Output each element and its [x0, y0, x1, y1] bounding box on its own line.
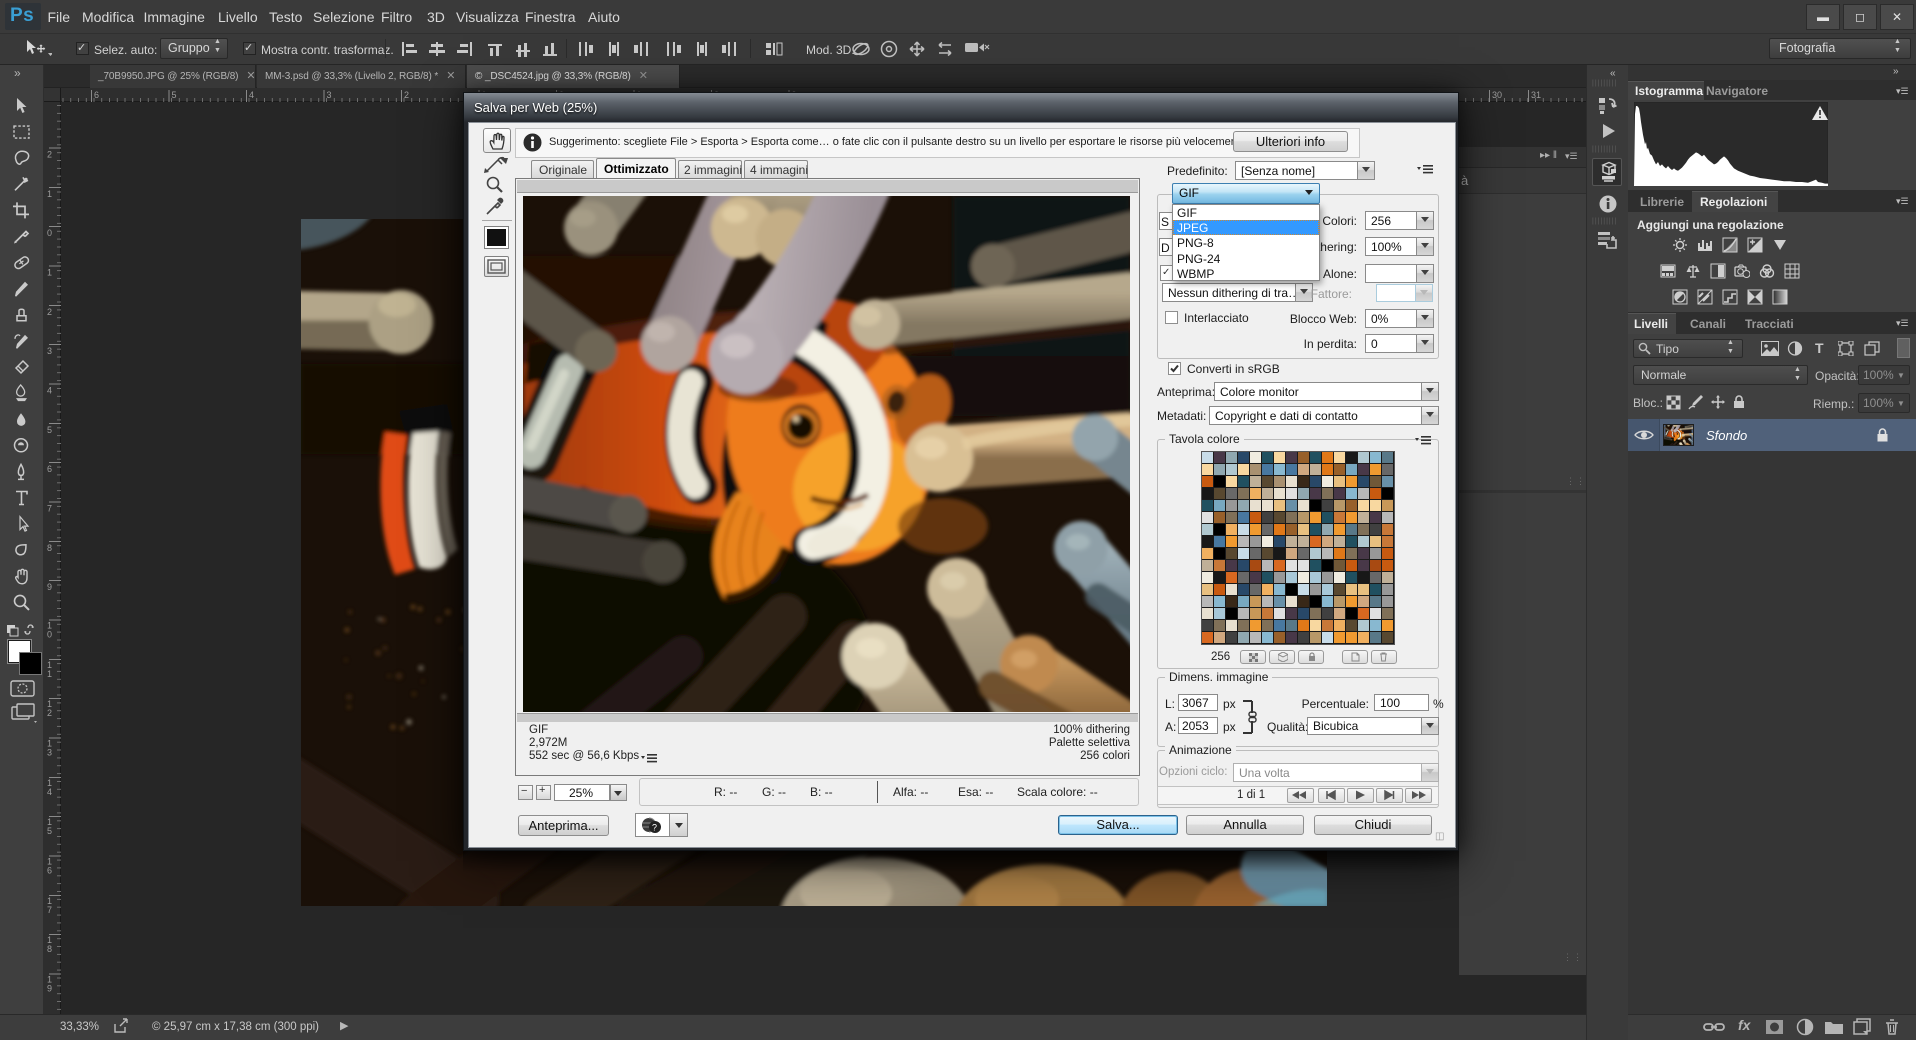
svg-text:30: 30 — [1492, 90, 1502, 100]
svg-text:2: 2 — [47, 150, 52, 160]
svg-text:3: 3 — [327, 90, 332, 100]
svg-text:5: 5 — [172, 90, 177, 100]
svg-text:0: 0 — [47, 630, 52, 640]
svg-text:3: 3 — [47, 346, 52, 356]
svg-text:7: 7 — [47, 504, 52, 514]
svg-text:?: ? — [652, 823, 657, 833]
svg-text:3: 3 — [47, 748, 52, 758]
svg-text:6: 6 — [47, 464, 52, 474]
svg-text:5: 5 — [47, 425, 52, 435]
svg-text:8: 8 — [47, 543, 52, 553]
svg-text:8: 8 — [47, 944, 52, 954]
svg-text:2: 2 — [47, 708, 52, 718]
svg-text:1: 1 — [47, 669, 52, 679]
svg-text:4: 4 — [249, 90, 254, 100]
svg-text:9: 9 — [47, 582, 52, 592]
svg-text:1: 1 — [47, 189, 52, 199]
svg-text:4: 4 — [47, 386, 52, 396]
svg-text:6: 6 — [94, 90, 99, 100]
svg-text:6: 6 — [47, 866, 52, 876]
svg-text:0: 0 — [47, 228, 52, 238]
svg-text:2: 2 — [404, 90, 409, 100]
svg-text:31: 31 — [1531, 90, 1541, 100]
svg-text:1: 1 — [47, 268, 52, 278]
svg-text:7: 7 — [47, 905, 52, 915]
svg-text:9: 9 — [47, 984, 52, 994]
svg-text:4: 4 — [47, 787, 52, 797]
svg-text:2: 2 — [47, 307, 52, 317]
svg-text:5: 5 — [47, 826, 52, 836]
